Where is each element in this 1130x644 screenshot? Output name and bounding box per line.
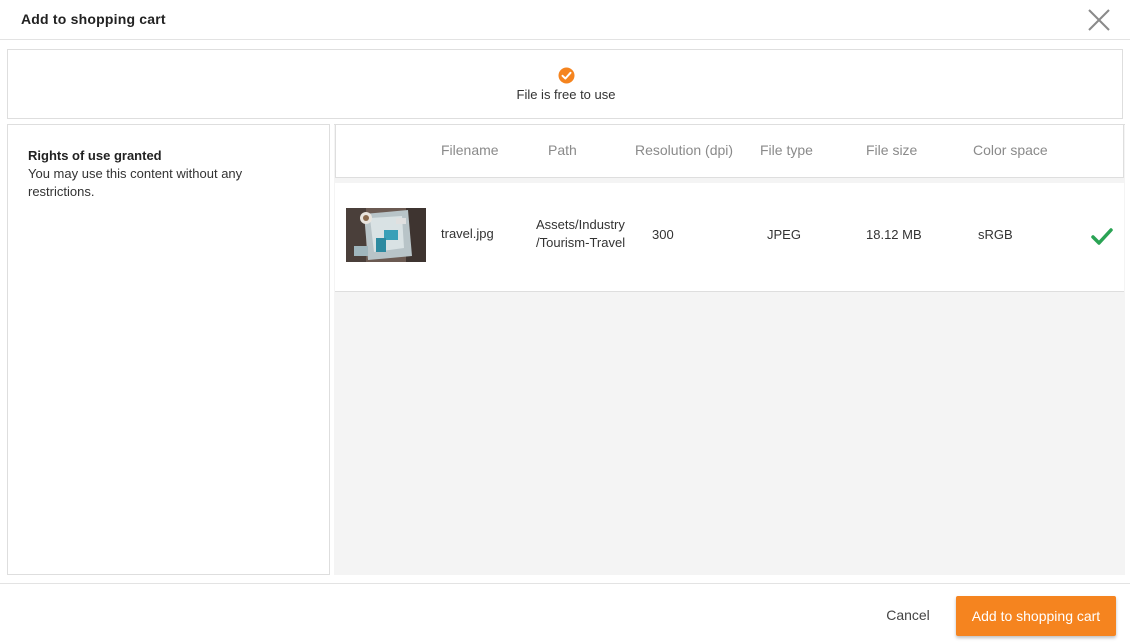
status-text: File is free to use: [516, 87, 616, 102]
column-header-file-size: File size: [866, 142, 918, 158]
check-icon: [1090, 226, 1114, 248]
close-icon: [1088, 9, 1110, 31]
cell-color-space: sRGB: [978, 227, 1013, 242]
add-to-shopping-cart-button[interactable]: Add to shopping cart: [956, 596, 1116, 636]
dialog-footer: Cancel Add to shopping cart: [0, 583, 1130, 644]
status-panel: File is free to use: [7, 49, 1123, 119]
close-button[interactable]: [1086, 8, 1112, 32]
cell-path-line1: Assets/Industry: [536, 217, 625, 232]
column-header-path: Path: [548, 142, 577, 158]
cell-file-type: JPEG: [767, 227, 801, 242]
cancel-button[interactable]: Cancel: [875, 604, 941, 626]
rights-description: You may use this content without any res…: [28, 166, 243, 199]
cell-path: Assets/Industry /Tourism-Travel: [536, 216, 625, 252]
cell-resolution: 300: [652, 227, 674, 242]
rights-title: Rights of use granted: [28, 148, 162, 163]
column-header-resolution: Resolution (dpi): [635, 142, 734, 158]
cell-path-line2: /Tourism-Travel: [536, 235, 626, 250]
file-table: Filename Path Resolution (dpi) File type…: [334, 124, 1125, 575]
dialog-header: Add to shopping cart: [0, 0, 1130, 40]
column-header-file-type: File type: [760, 142, 813, 158]
rights-panel: Rights of use granted You may use this c…: [7, 124, 330, 575]
dialog-title: Add to shopping cart: [21, 11, 166, 27]
table-row[interactable]: travel.jpg Assets/Industry /Tourism-Trav…: [335, 183, 1124, 292]
column-header-color-space: Color space: [973, 142, 1048, 158]
checkmark-circle-icon: [558, 67, 575, 84]
cell-filename: travel.jpg: [441, 226, 494, 241]
table-header: Filename Path Resolution (dpi) File type…: [335, 125, 1124, 178]
column-header-filename: Filename: [441, 142, 499, 158]
travel-photo-thumbnail: [346, 208, 426, 262]
cell-file-size: 18.12 MB: [866, 227, 922, 242]
